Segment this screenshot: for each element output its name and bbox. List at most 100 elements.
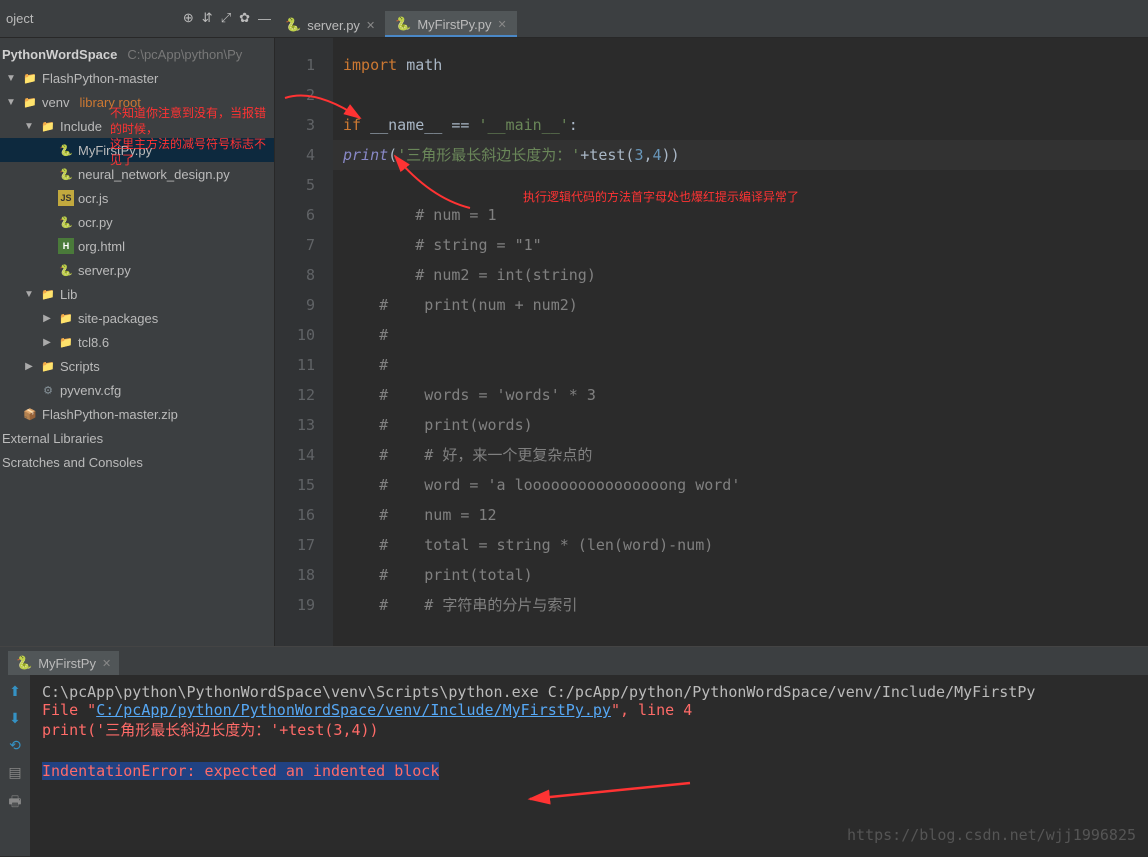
expand-arrow[interactable] [22,121,36,132]
code-line[interactable]: # print(total) [333,560,1148,590]
code-line[interactable]: # # 好，来一个更复杂点的 [333,440,1148,470]
folder-icon: 📁 [22,94,38,110]
tree-item[interactable]: 🐍 ocr.py [0,210,274,234]
code-line[interactable]: # words = 'words' * 3 [333,380,1148,410]
console-code-echo: print('三角形最长斜边长度为：'+test(3,4)) [42,719,1136,740]
root-path: C:\pcApp\python\Py [127,47,242,62]
tree-label: ocr.py [78,215,113,230]
console-file-line: File "C:/pcApp/python/PythonWordSpace/ve… [42,701,1136,719]
tree-label: tcl8.6 [78,335,109,350]
error-file-link[interactable]: C:/pcApp/python/PythonWordSpace/venv/Inc… [96,701,611,719]
collapse-icon[interactable]: ⤢ [217,10,235,26]
editor: 12345678910111213141516171819 执行逻辑代码的方法首… [275,38,1148,646]
code-line[interactable]: # [333,320,1148,350]
close-icon[interactable]: ✕ [498,18,507,31]
print-icon[interactable]: ▤ [8,764,21,781]
tab-label: server.py [307,18,360,33]
tree-label: neural_network_design.py [78,167,230,182]
rerun-icon[interactable]: ⬆ [9,683,21,700]
expand-arrow[interactable] [4,73,18,84]
folder-icon: 📁 [58,334,74,350]
code-line[interactable] [333,80,1148,110]
run-tab[interactable]: 🐍 MyFirstPy ✕ [8,651,119,675]
stop-icon[interactable]: ⬇ [9,710,21,727]
code-line[interactable]: # print(words) [333,410,1148,440]
folder-icon: 📁 [22,70,38,86]
tree-item[interactable]: Horg.html [0,234,274,258]
python-icon: 🐍 [285,17,301,33]
console-cmd: C:\pcApp\python\PythonWordSpace\venv\Scr… [42,683,1136,701]
py-icon: 🐍 [58,214,74,230]
tree-item[interactable]: 📁site-packages [0,306,274,330]
main-row: PythonWordSpace C:\pcApp\python\Py 📁Flas… [0,38,1148,646]
console-toolbar: ⬆ ⬇ ⟲ ▤ 🖶 [0,675,30,856]
code-line[interactable]: # string = "1" [333,230,1148,260]
target-icon[interactable]: ⊕ [179,10,198,26]
tree-label: server.py [78,263,131,278]
tab-myfirstpy[interactable]: 🐍 MyFirstPy.py ✕ [385,11,517,37]
code-line[interactable]: # [333,350,1148,380]
code-line[interactable]: print('三角形最长斜边长度为：'+test(3,4)) [333,140,1148,170]
tree-item[interactable]: ⚙pyvenv.cfg [0,378,274,402]
python-icon: 🐍 [16,655,32,671]
expand-arrow[interactable] [40,313,54,324]
scratches[interactable]: Scratches and Consoles [0,450,274,474]
code-line[interactable]: # total = string * (len(word)-num) [333,530,1148,560]
gutter: 12345678910111213141516171819 [275,38,333,646]
tree-root[interactable]: PythonWordSpace C:\pcApp\python\Py [0,42,274,66]
watermark: https://blog.csdn.net/wjj1996825 [847,826,1136,844]
html-icon: H [58,238,74,254]
py-icon: 🐍 [58,262,74,278]
tree-item[interactable]: 📁Lib [0,282,274,306]
trash-icon[interactable]: 🖶 [8,791,21,815]
code-line[interactable]: # num = 12 [333,500,1148,530]
expand-icon[interactable]: ⇵ [198,10,217,26]
error-message: IndentationError: expected an indented b… [42,762,439,780]
py-icon: 🐍 [58,166,74,182]
code-line[interactable]: # print(num + num2) [333,290,1148,320]
annotation-editor: 执行逻辑代码的方法首字母处也爆红提示编译异常了 [523,190,799,206]
code-area[interactable]: 执行逻辑代码的方法首字母处也爆红提示编译异常了 import math if _… [333,38,1148,646]
console-row: ⬆ ⬇ ⟲ ▤ 🖶 C:\pcApp\python\PythonWordSpac… [0,675,1148,856]
close-icon[interactable]: ✕ [366,19,375,32]
zip-icon: 📦 [22,406,38,422]
folder-icon: 📁 [40,118,56,134]
root-name: PythonWordSpace [2,47,117,62]
code-line[interactable]: # num2 = int(string) [333,260,1148,290]
tab-server[interactable]: 🐍 server.py ✕ [275,11,385,37]
code-line[interactable]: # word = 'a loooooooooooooooong word' [333,470,1148,500]
tree-item[interactable]: 📁FlashPython-master [0,66,274,90]
run-tab-bar: 🐍 MyFirstPy ✕ [0,647,1148,675]
code-line[interactable]: # # 字符串的分片与索引 [333,590,1148,620]
tree-label: Include [60,119,102,134]
expand-arrow[interactable] [4,97,18,108]
tree-item[interactable]: 📁 tcl8.6 [0,330,274,354]
cfg-icon: ⚙ [40,382,56,398]
tree-label: org.html [78,239,125,254]
expand-arrow[interactable] [22,361,36,372]
console-output[interactable]: C:\pcApp\python\PythonWordSpace\venv\Scr… [30,675,1148,856]
top-bar: oject ⊕ ⇵ ⤢ ✿ — 🐍 server.py ✕ 🐍 MyFirstP… [0,0,1148,38]
tree-item[interactable]: 🐍 server.py [0,258,274,282]
wrap-icon[interactable]: ⟲ [9,737,21,754]
close-icon[interactable]: ✕ [102,657,111,670]
project-panel: PythonWordSpace C:\pcApp\python\Py 📁Flas… [0,38,275,646]
expand-arrow[interactable] [40,337,54,348]
tree-item[interactable]: JSocr.js [0,186,274,210]
project-toolbar: oject ⊕ ⇵ ⤢ ✿ — [0,0,275,37]
gear-icon[interactable]: ✿ [235,10,254,26]
code-line[interactable]: if __name__ == '__main__': [333,110,1148,140]
expand-arrow[interactable] [22,289,36,300]
project-label: oject [6,11,33,26]
run-tab-label: MyFirstPy [38,656,96,671]
tab-label: MyFirstPy.py [417,17,491,32]
external-libraries[interactable]: External Libraries [0,426,274,450]
hide-icon[interactable]: — [254,11,275,26]
tree-item[interactable]: 📦FlashPython-master.zip [0,402,274,426]
code-line[interactable]: import math [333,50,1148,80]
editor-tab-row: 🐍 server.py ✕ 🐍 MyFirstPy.py ✕ [275,0,517,37]
tree-label: venv [42,95,69,110]
run-panel: 🐍 MyFirstPy ✕ ⬆ ⬇ ⟲ ▤ 🖶 C:\pcApp\python\… [0,646,1148,856]
arrow-annotation-3 [520,775,700,815]
tree-item[interactable]: 📁Scripts [0,354,274,378]
